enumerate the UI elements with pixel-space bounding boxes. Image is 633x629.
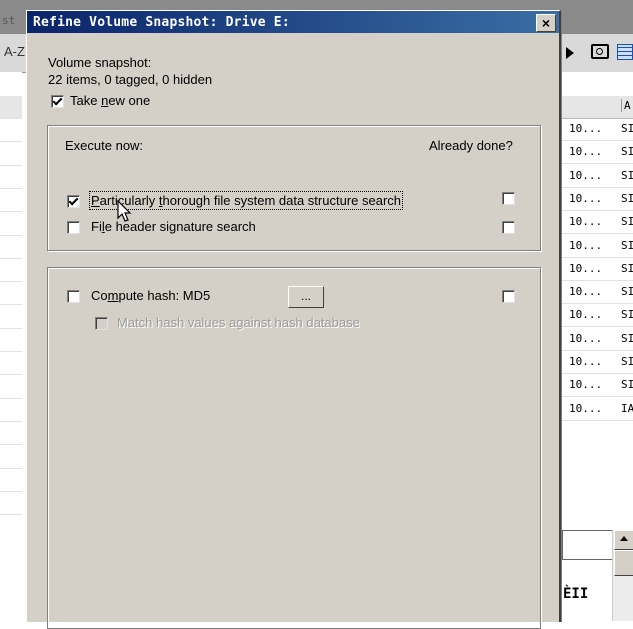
left-pane-row	[0, 257, 22, 259]
signature-search-done-checkbox[interactable]	[502, 221, 515, 234]
background-title-fragment: st	[2, 14, 16, 27]
refine-snapshot-dialog: Refine Volume Snapshot: Drive E: × Volum…	[26, 10, 561, 629]
take-new-label[interactable]: Take new one	[70, 93, 150, 108]
file-list-cell: IA	[621, 401, 633, 415]
left-pane-row	[0, 374, 22, 376]
match-hash-label: Match hash values against hash database	[117, 315, 360, 330]
header-col-2[interactable]: A	[621, 99, 631, 112]
left-pane-row	[0, 187, 22, 189]
file-list-cell: SI	[621, 331, 633, 345]
background-hex-text: ÈII	[563, 586, 589, 602]
camera-icon[interactable]	[591, 44, 609, 59]
file-list-cell: 10...	[569, 285, 603, 299]
file-list-cell: SI	[621, 168, 633, 182]
file-list-cell: SI	[621, 355, 633, 368]
thorough-search-label[interactable]: Particularly thorough file system data s…	[89, 191, 403, 210]
file-list-cell: SI	[621, 238, 633, 252]
left-pane-row	[0, 211, 22, 213]
file-list-row[interactable]: 10... SI	[560, 235, 633, 258]
file-list-cell: 10...	[569, 145, 603, 159]
file-list-row[interactable]: 10... SI	[560, 351, 633, 374]
file-list-cell: 10...	[569, 308, 603, 322]
file-list-cell: SI	[621, 122, 633, 135]
file-list-row[interactable]: 10... SI	[560, 374, 633, 398]
file-list-row[interactable]: 10... SI	[560, 304, 633, 328]
file-list-cell: SI	[621, 215, 633, 229]
file-list-cell: SI	[621, 285, 633, 299]
file-list-cell: SI	[621, 308, 633, 322]
compute-hash-label[interactable]: Compute hash: MD5	[91, 288, 210, 303]
compute-hash-done-checkbox[interactable]	[502, 290, 515, 303]
file-list-cell: 10...	[569, 401, 603, 415]
dialog-title: Refine Volume Snapshot: Drive E:	[33, 15, 290, 30]
sort-icon[interactable]: A-Z	[4, 44, 25, 59]
left-pane-row	[0, 490, 22, 492]
file-list-row[interactable]: 10... SI	[560, 328, 633, 351]
file-list-cell: 10...	[569, 215, 603, 229]
file-list-row[interactable]: 10... SI	[560, 165, 633, 188]
file-list-cell: 10...	[569, 122, 603, 135]
background-left-pane	[0, 72, 22, 621]
left-pane-header	[0, 96, 22, 119]
file-list-row[interactable]: 10... SI	[560, 258, 633, 281]
file-list-cell: SI	[621, 261, 633, 275]
left-pane-row	[0, 351, 22, 352]
mouse-cursor-icon	[117, 200, 132, 222]
file-list-cell: 10...	[569, 191, 603, 205]
table-view-icon[interactable]	[617, 44, 633, 60]
file-list-cell: 10...	[569, 331, 603, 345]
thorough-search-done-checkbox[interactable]	[502, 192, 515, 205]
match-hash-checkbox	[95, 317, 108, 330]
left-pane-row	[0, 141, 22, 143]
left-pane-row	[0, 397, 22, 399]
vertical-scrollbar[interactable]	[612, 530, 633, 621]
left-pane-row	[0, 164, 22, 166]
left-pane-row	[0, 467, 22, 469]
background-input-box[interactable]	[562, 530, 614, 560]
snapshot-label: Volume snapshot:	[48, 55, 152, 70]
take-new-checkbox[interactable]	[51, 95, 64, 108]
execute-now-label: Execute now:	[65, 138, 144, 153]
left-pane-row	[0, 420, 22, 422]
file-list-cell: 10...	[569, 355, 603, 368]
left-pane-row	[0, 118, 22, 119]
file-list-row[interactable]: 10... SI	[560, 211, 633, 235]
file-list-header: A	[560, 96, 633, 119]
compute-hash-checkbox[interactable]	[67, 290, 80, 303]
file-list-cell: 10...	[569, 238, 603, 252]
file-list-row[interactable]: 10... SI	[560, 141, 633, 165]
hash-options-button[interactable]: ...	[288, 286, 324, 308]
thorough-search-checkbox[interactable]	[67, 195, 80, 208]
scroll-up-button[interactable]	[614, 530, 633, 550]
signature-search-checkbox[interactable]	[67, 221, 80, 234]
left-pane-row	[0, 304, 22, 306]
file-list-cell: SI	[621, 378, 633, 392]
close-button[interactable]: ×	[536, 14, 556, 32]
file-list-row[interactable]: 10... SI	[560, 188, 633, 211]
file-list-cell: 10...	[569, 168, 603, 182]
file-list-row[interactable]: 10... SI	[560, 118, 633, 141]
snapshot-stats: 22 items, 0 tagged, 0 hidden	[48, 72, 213, 87]
left-pane-row	[0, 327, 22, 329]
already-done-label: Already done?	[429, 138, 513, 153]
file-list-cell: 10...	[569, 378, 603, 392]
dialog-titlebar[interactable]: Refine Volume Snapshot: Drive E: ×	[27, 11, 559, 33]
file-list-cell: SI	[621, 145, 633, 159]
left-pane-row	[0, 444, 22, 446]
scroll-thumb[interactable]	[614, 550, 633, 576]
signature-search-label[interactable]: File header signature search	[91, 219, 256, 234]
file-list-row[interactable]: 10... SI	[560, 281, 633, 305]
left-pane-row	[0, 514, 22, 516]
left-pane-row	[0, 281, 22, 283]
left-pane-row	[0, 234, 22, 236]
file-list-cell: 10...	[569, 261, 603, 275]
file-list-row[interactable]: 10... IA	[560, 398, 633, 421]
file-list-cell: SI	[621, 191, 633, 205]
play-icon[interactable]	[566, 47, 574, 59]
